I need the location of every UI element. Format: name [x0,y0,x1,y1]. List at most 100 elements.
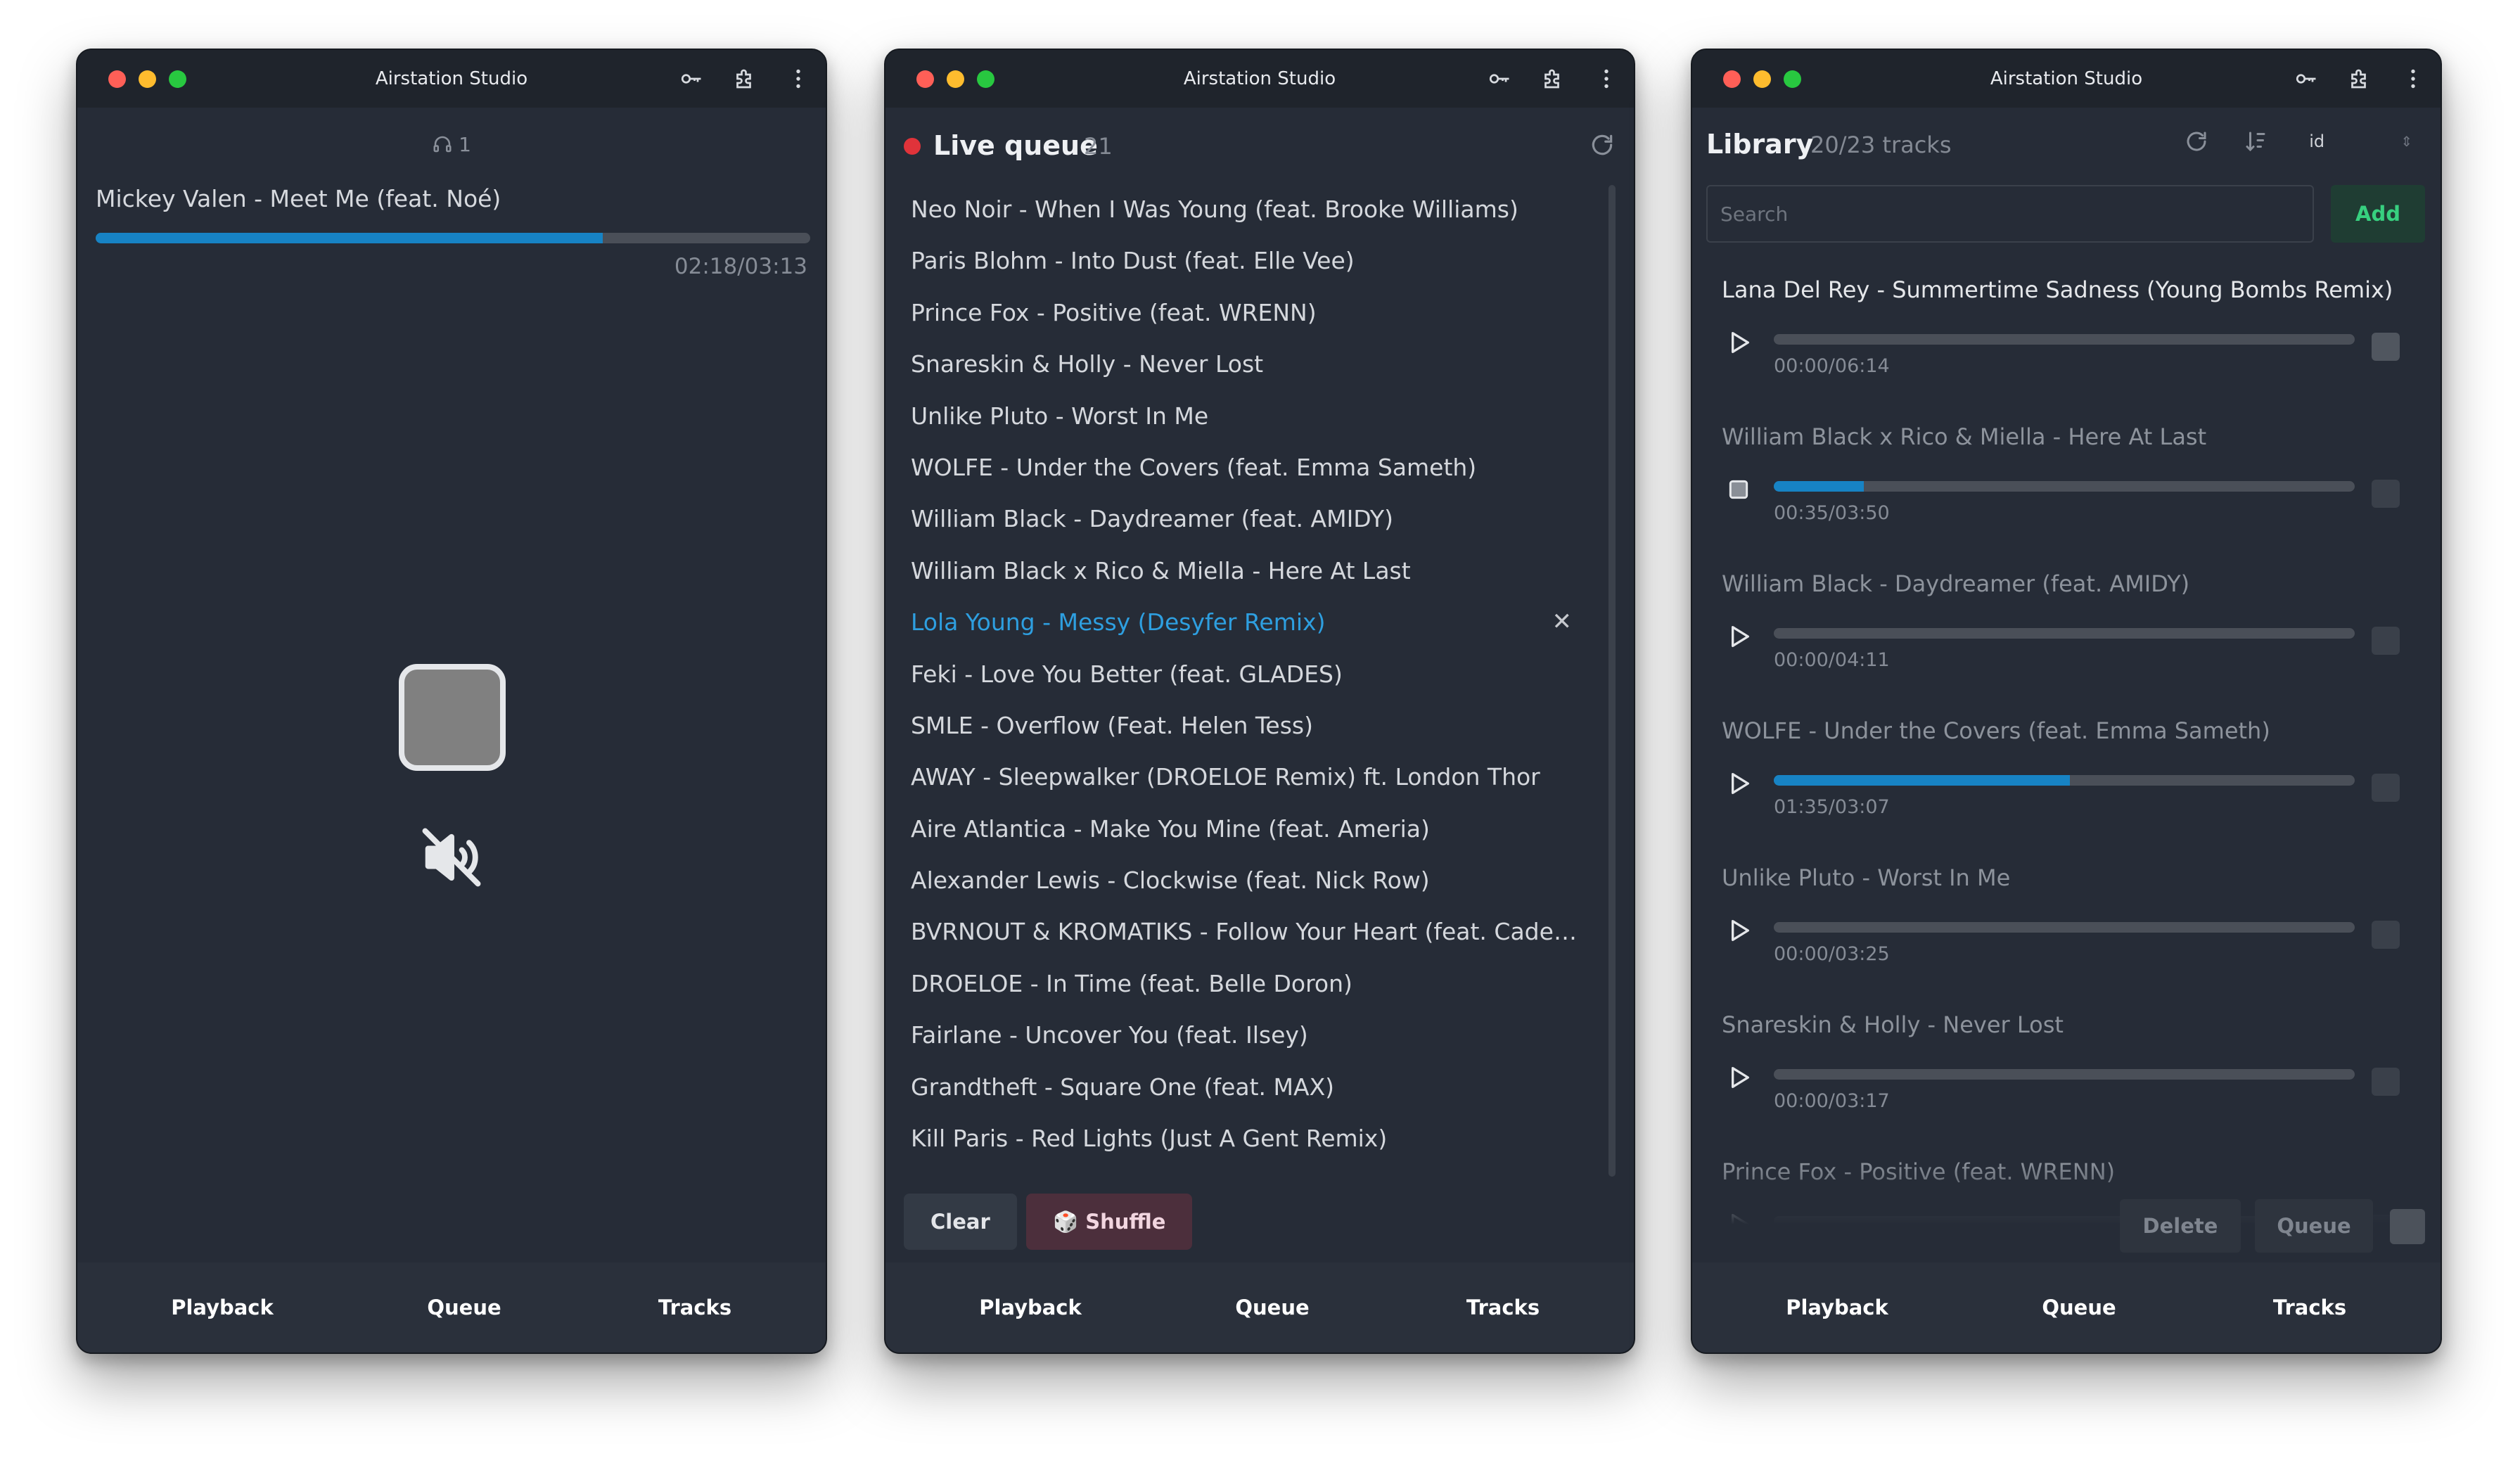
nav-queue[interactable]: Queue [2042,1262,2116,1353]
track-progress-bar[interactable] [1774,1069,2355,1080]
play-icon[interactable] [1725,622,1753,651]
track-item: William Black x Rico & Miella - Here At … [1692,408,2441,555]
track-time: 00:35/03:50 [1774,502,1890,524]
queue-item[interactable]: BVRNOUT & KROMATIKS - Follow Your Heart … [911,906,1600,957]
queue-item[interactable]: AWAY - Sleepwalker (DROELOE Remix) ft. L… [911,751,1600,802]
play-icon[interactable] [1725,328,1753,357]
select-arrows-icon: ⇕ [2400,133,2412,150]
refresh-icon[interactable] [1589,132,1616,158]
search-input[interactable]: Search [1706,185,2314,243]
track-progress-bar[interactable] [1774,334,2355,345]
queue-item[interactable]: William Black - Daydreamer (feat. AMIDY) [911,493,1600,544]
queue-item-label: William Black x Rico & Miella - Here At … [911,556,1411,584]
library-window: Airstation Studio Library 20/23 tracks i… [1691,49,2442,1354]
queue-item[interactable]: Unlike Pluto - Worst In Me [911,390,1600,442]
nav-playback[interactable]: Playback [171,1262,274,1353]
extension-icon[interactable] [1540,65,1566,92]
queue-item-label: Prince Fox - Positive (feat. WRENN) [911,298,1317,326]
track-progress-bar[interactable] [1774,481,2355,492]
key-icon[interactable] [1486,65,1513,92]
more-menu-icon[interactable] [785,65,812,92]
key-icon[interactable] [2293,65,2320,92]
queue-item-label: Grandtheft - Square One (feat. MAX) [911,1073,1335,1101]
queue-item[interactable]: Neo Noir - When I Was Young (feat. Brook… [911,184,1600,235]
sort-direction-icon[interactable] [2243,129,2268,154]
shuffle-button[interactable]: 🎲 Shuffle [1026,1194,1193,1250]
playback-progress-fill [96,233,603,243]
track-checkbox[interactable] [2372,480,2400,508]
delete-button[interactable]: Delete [2120,1199,2241,1253]
queue-button[interactable]: Queue [2255,1199,2373,1253]
queue-item[interactable]: WOLFE - Under the Covers (feat. Emma Sam… [911,442,1600,493]
queue-item[interactable]: Paris Blohm - Into Dust (feat. Elle Vee) [911,235,1600,286]
track-progress-fill [1774,481,1865,492]
queue-item[interactable]: DROELOE - In Time (feat. Belle Doron) [911,958,1600,1009]
queue-item[interactable]: SMLE - Overflow (Feat. Helen Tess) [911,700,1600,751]
extension-icon[interactable] [731,65,758,92]
queue-item[interactable]: Lola Young - Messy (Desyfer Remix) ✕ [911,596,1600,648]
nav-tracks[interactable]: Tracks [2273,1262,2346,1353]
stop-button[interactable] [399,664,506,771]
track-item: Unlike Pluto - Worst In Me 00:00/03:25 [1692,849,2441,996]
extension-icon[interactable] [2346,65,2373,92]
nav-queue[interactable]: Queue [1235,1262,1309,1353]
remove-icon[interactable]: ✕ [1552,596,1573,648]
more-menu-icon[interactable] [1593,65,1620,92]
queue-window: Airstation Studio Live queue 21 Neo Noir… [884,49,1635,1354]
nav-tracks[interactable]: Tracks [1466,1262,1540,1353]
queue-item-label: Lola Young - Messy (Desyfer Remix) [911,608,1326,637]
track-time: 00:00/03:17 [1774,1090,1890,1112]
track-progress-bar[interactable] [1774,628,2355,639]
queue-item[interactable]: Aire Atlantica - Make You Mine (feat. Am… [911,803,1600,855]
track-time: 00:00/04:11 [1774,649,1890,671]
track-progress-bar[interactable] [1774,922,2355,933]
live-indicator-dot [904,138,921,155]
sort-field-select[interactable]: id ⇕ [2302,132,2412,151]
queue-item-label: WOLFE - Under the Covers (feat. Emma Sam… [911,453,1477,481]
queue-item-label: AWAY - Sleepwalker (DROELOE Remix) ft. L… [911,763,1540,791]
track-item: Lana Del Rey - Summertime Sadness (Young… [1692,261,2441,408]
queue-item[interactable]: Prince Fox - Positive (feat. WRENN) [911,287,1600,338]
queue-item-label: Paris Blohm - Into Dust (feat. Elle Vee) [911,247,1355,275]
select-all-checkbox[interactable] [2390,1209,2425,1244]
stop-icon[interactable] [1725,475,1753,504]
more-menu-icon[interactable] [2400,65,2426,92]
track-progress-bar[interactable] [1774,775,2355,786]
queue-item[interactable]: Kill Paris - Red Lights (Just A Gent Rem… [911,1113,1600,1164]
bottom-nav: Playback Queue Tracks [1692,1262,2441,1353]
nav-queue[interactable]: Queue [427,1262,501,1353]
queue-item[interactable]: Alexander Lewis - Clockwise (feat. Nick … [911,855,1600,906]
play-icon[interactable] [1725,1063,1753,1092]
queue-item[interactable]: Grandtheft - Square One (feat. MAX) [911,1061,1600,1113]
title-bar: Airstation Studio [885,50,1634,108]
queue-item[interactable]: Feki - Love You Better (feat. GLADES) [911,648,1600,700]
library-track-count: 20/23 tracks [1810,132,1952,158]
queue-item[interactable]: Snareskin & Holly - Never Lost [911,338,1600,390]
track-checkbox[interactable] [2372,1068,2400,1096]
clear-button[interactable]: Clear [904,1194,1017,1250]
track-name: Unlike Pluto - Worst In Me [1722,864,2011,891]
queue-item[interactable]: Fairlane - Uncover You (feat. Ilsey) [911,1009,1600,1061]
nav-playback[interactable]: Playback [979,1262,1082,1353]
queue-item[interactable]: William Black x Rico & Miella - Here At … [911,545,1600,596]
key-icon[interactable] [678,65,705,92]
play-icon[interactable] [1725,769,1753,798]
library-title: Library [1706,129,1814,160]
bottom-nav: Playback Queue Tracks [885,1262,1634,1353]
track-checkbox[interactable] [2372,333,2400,361]
play-icon[interactable] [1725,916,1753,945]
nav-playback[interactable]: Playback [1786,1262,1888,1353]
track-name: William Black - Daydreamer (feat. AMIDY) [1722,570,2190,597]
add-button[interactable]: Add [2331,185,2425,243]
queue-scrollbar[interactable] [1608,185,1616,1177]
queue-item-label: Snareskin & Holly - Never Lost [911,350,1264,378]
track-checkbox[interactable] [2372,921,2400,949]
track-name: WOLFE - Under the Covers (feat. Emma Sam… [1722,717,2270,744]
queue-title: Live queue [933,130,1098,161]
playback-progress-bar[interactable] [96,233,810,243]
refresh-icon[interactable] [2184,129,2209,154]
track-checkbox[interactable] [2372,627,2400,655]
volume-muted-icon[interactable] [416,822,487,893]
nav-tracks[interactable]: Tracks [658,1262,731,1353]
track-checkbox[interactable] [2372,774,2400,802]
